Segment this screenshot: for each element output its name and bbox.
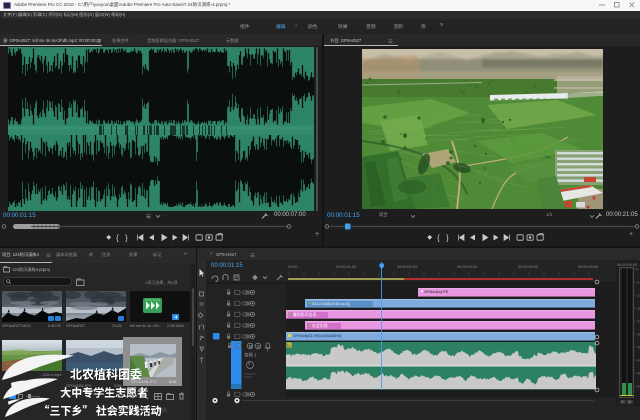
svg-text:-54: -54 — [636, 384, 640, 388]
svg-text:}: } — [446, 233, 449, 242]
svg-text:-24: -24 — [636, 319, 640, 323]
svg-text:-42: -42 — [636, 358, 640, 362]
svg-text:音频 1: 音频 1 — [244, 352, 257, 359]
svg-text:-36: -36 — [636, 345, 640, 349]
svg-text:{: { — [116, 233, 119, 242]
svg-text:-12: -12 — [636, 293, 640, 297]
svg-text:0: 0 — [636, 267, 638, 271]
svg-text:S: S — [257, 344, 260, 349]
svg-text:{: { — [437, 233, 440, 242]
svg-text:}: } — [125, 233, 128, 242]
svg-text:-48: -48 — [636, 371, 640, 375]
svg-text:-18: -18 — [636, 306, 640, 310]
svg-text:-6: -6 — [636, 280, 639, 284]
svg-text:-30: -30 — [636, 332, 640, 336]
svg-text:M: M — [249, 344, 253, 349]
